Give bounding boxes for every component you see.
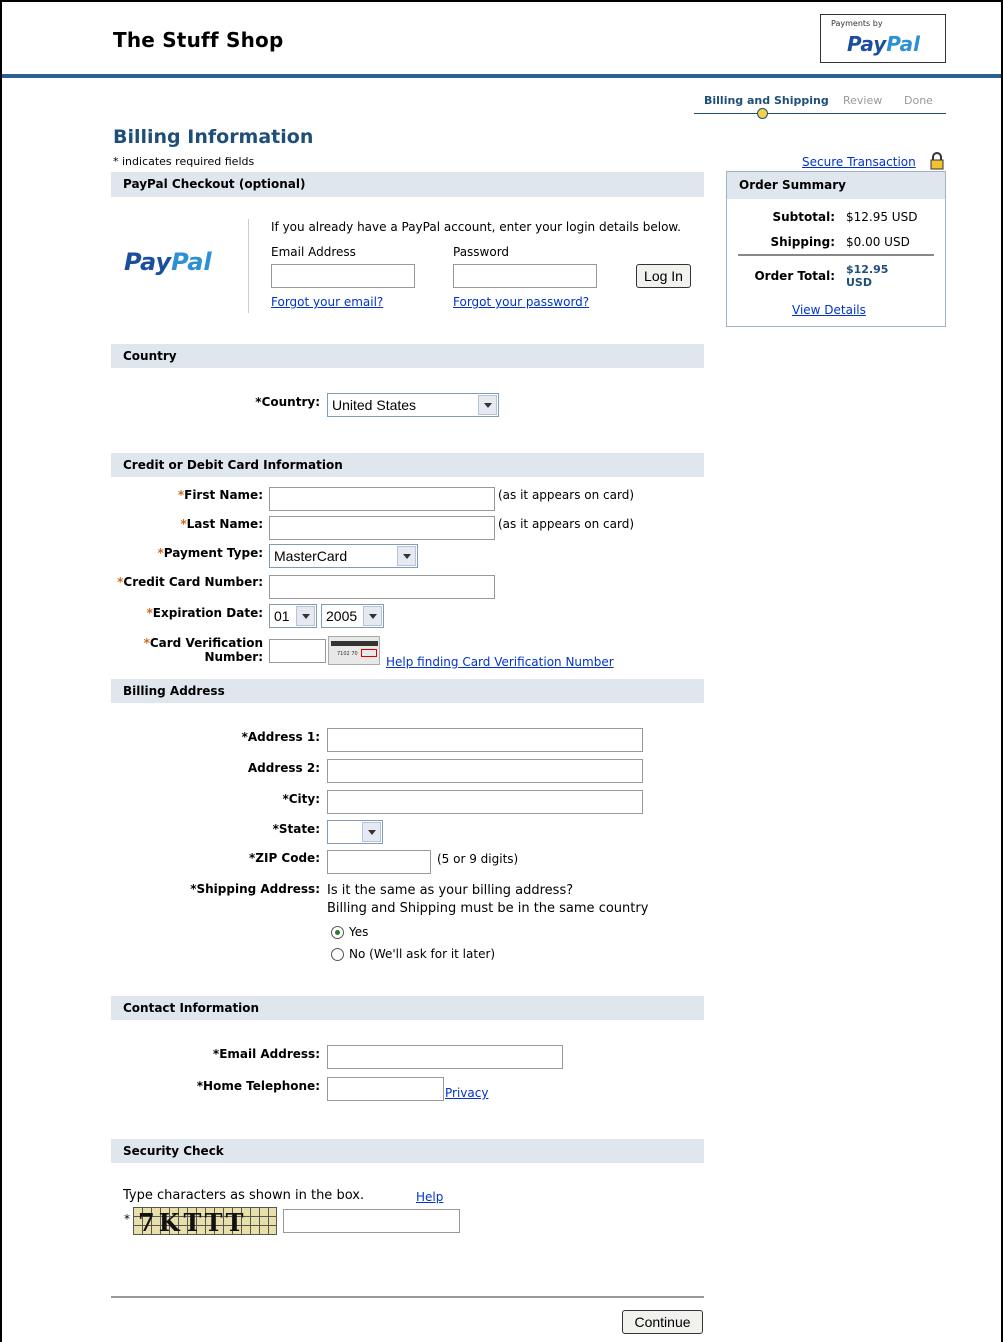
summary-divider [738, 254, 934, 256]
last-name-note: (as it appears on card) [498, 517, 635, 531]
required-fields-note: * indicates required fields [113, 155, 255, 168]
step-billing-shipping: Billing and Shipping [704, 94, 829, 107]
footer-divider [111, 1296, 704, 1298]
window-frame-left [0, 0, 2, 1342]
payment-type-label: *Payment Type: [157, 546, 263, 560]
country-select[interactable]: United States [327, 393, 499, 417]
section-header-billing-address: Billing Address [111, 679, 704, 703]
state-label: *State: [272, 822, 320, 836]
cvn-help-link[interactable]: Help finding Card Verification Number [386, 655, 614, 669]
zip-code-input[interactable] [327, 850, 431, 874]
card-number-input[interactable] [269, 575, 495, 599]
paypal-logo: PayPal [847, 32, 921, 56]
address2-input[interactable] [327, 759, 643, 783]
section-header-security-check: Security Check [111, 1139, 704, 1163]
state-select[interactable] [327, 820, 383, 844]
section-header-country: Country [111, 344, 704, 368]
expiration-date-label: *Expiration Date: [146, 606, 263, 620]
paypal-email-input[interactable] [271, 264, 415, 288]
shipping-same-no-radio[interactable] [331, 948, 344, 961]
site-title: The Stuff Shop [113, 28, 284, 52]
order-summary-header: Order Summary [727, 172, 945, 199]
chevron-down-icon [296, 606, 315, 626]
shipping-label: Shipping: [770, 235, 835, 249]
card-back-icon: 7102 70 [328, 636, 380, 665]
first-name-note: (as it appears on card) [498, 488, 635, 502]
contact-email-label: *Email Address: [212, 1047, 320, 1061]
last-name-input[interactable] [269, 516, 495, 540]
continue-button[interactable]: Continue [622, 1310, 703, 1334]
captcha-required-star: * [124, 1212, 130, 1226]
address1-label: *Address 1: [241, 730, 320, 744]
section-header-card-info: Credit or Debit Card Information [111, 453, 704, 477]
address1-input[interactable] [327, 728, 643, 752]
chevron-down-icon [397, 546, 416, 566]
paypal-logo-large: PayPal [124, 248, 212, 276]
paypal-email-label: Email Address [271, 245, 356, 259]
last-name-label: *Last Name: [180, 517, 263, 531]
step-review: Review [843, 94, 883, 107]
expiration-year-select[interactable]: 2005 [321, 604, 384, 628]
page-title: Billing Information [113, 126, 314, 148]
city-label: *City: [282, 792, 320, 806]
paypal-password-input[interactable] [453, 264, 597, 288]
shipping-same-yes-radio[interactable] [331, 926, 344, 939]
first-name-label: *First Name: [177, 488, 263, 502]
subtotal-label: Subtotal: [772, 210, 835, 224]
forgot-email-link[interactable]: Forgot your email? [271, 295, 383, 309]
shipping-value: $0.00 USD [846, 235, 910, 249]
contact-email-input[interactable] [327, 1045, 563, 1069]
home-telephone-label: *Home Telephone: [196, 1079, 320, 1093]
first-name-input[interactable] [269, 487, 495, 511]
card-number-label: *Credit Card Number: [117, 575, 263, 589]
chevron-down-icon [362, 822, 381, 842]
privacy-link[interactable]: Privacy [445, 1086, 488, 1100]
order-total-value: $12.95 USD [846, 263, 889, 289]
header-divider [2, 74, 1001, 78]
chevron-down-icon [363, 606, 382, 626]
shipping-address-label: *Shipping Address: [190, 882, 320, 896]
paypal-password-label: Password [453, 245, 510, 259]
lock-icon [930, 152, 944, 170]
order-total-label: Order Total: [754, 269, 835, 283]
captcha-image: 7KTTT [133, 1207, 277, 1237]
forgot-password-link[interactable]: Forgot your password? [453, 295, 589, 309]
paypal-intro-text: If you already have a PayPal account, en… [271, 220, 681, 234]
step-done: Done [904, 94, 933, 107]
card-verification-input[interactable] [269, 639, 326, 663]
city-input[interactable] [327, 790, 643, 814]
country-label: *Country: [255, 395, 320, 409]
view-details-link[interactable]: View Details [792, 303, 866, 317]
zip-code-note: (5 or 9 digits) [437, 852, 519, 866]
paypal-divider [248, 219, 249, 313]
step-progress-line [694, 113, 946, 114]
step-current-marker [757, 108, 768, 119]
zip-code-label: *ZIP Code: [249, 851, 320, 865]
badge-caption: Payments by [831, 19, 883, 28]
captcha-help-link[interactable]: Help [416, 1190, 443, 1204]
shipping-same-no-label: No (We'll ask for it later) [349, 947, 496, 961]
home-telephone-input[interactable] [327, 1077, 444, 1101]
captcha-instruction: Type characters as shown in the box. [123, 1188, 365, 1203]
subtotal-value: $12.95 USD [846, 210, 918, 224]
section-header-paypal-checkout: PayPal Checkout (optional) [111, 172, 704, 197]
payments-by-paypal-badge: Payments by PayPal [820, 14, 946, 63]
window-frame-top [0, 0, 1003, 2]
address2-label: Address 2: [247, 761, 320, 775]
section-header-contact-info: Contact Information [111, 996, 704, 1020]
shipping-address-question: Is it the same as your billing address? … [327, 883, 649, 916]
captcha-input[interactable] [283, 1209, 460, 1233]
shipping-same-yes-label: Yes [349, 925, 369, 939]
chevron-down-icon [478, 395, 497, 415]
payment-type-select[interactable]: MasterCard [269, 544, 418, 568]
secure-transaction-link[interactable]: Secure Transaction [802, 155, 916, 169]
expiration-month-select[interactable]: 01 [269, 604, 317, 628]
log-in-button[interactable]: Log In [636, 264, 691, 288]
card-verification-label: *Card Verification Number: [143, 636, 263, 664]
